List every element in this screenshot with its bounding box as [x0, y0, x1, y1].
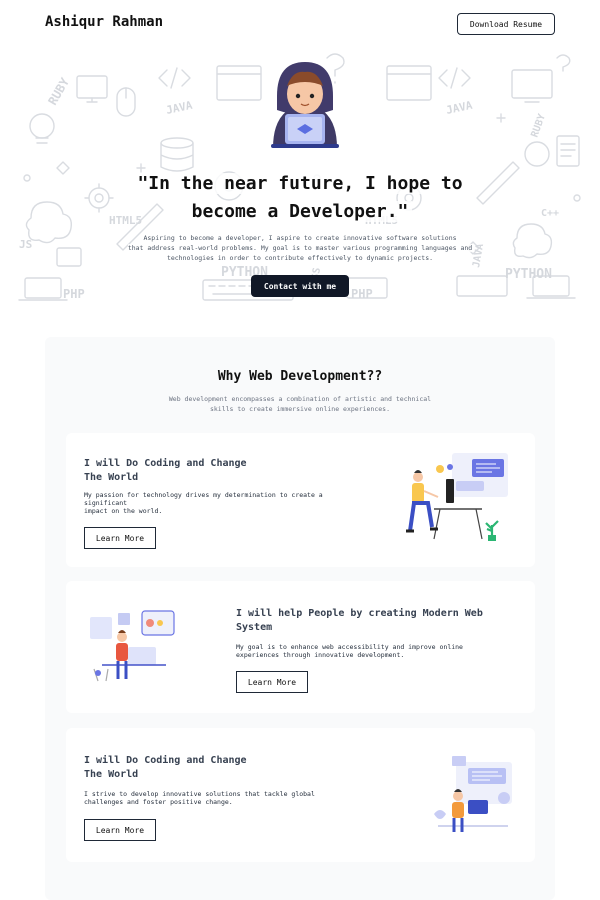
hero-desc-line1: Aspiring to become a developer, I aspire…	[143, 234, 457, 242]
card-title-line2: System	[236, 622, 273, 633]
card-title: I will help People by creating Modern We…	[236, 607, 526, 635]
contact-button[interactable]: Contact with me	[251, 275, 349, 297]
card-title-line1: I will Do Coding and Change	[84, 458, 247, 469]
hero-desc-line3: technologies in order to contribute effe…	[166, 254, 434, 262]
section-desc-line1: Web development encompasses a combinatio…	[168, 395, 432, 403]
web-system-illustration	[90, 610, 175, 682]
card-text-line2: challenges and foster positive change.	[84, 798, 233, 806]
brand-name[interactable]: Ashiqur Rahman	[45, 14, 163, 30]
learn-more-button[interactable]: Learn More	[236, 671, 308, 693]
hero-description: Aspiring to become a developer, I aspire…	[112, 233, 488, 263]
card-text-line3: impact on the world.	[84, 507, 163, 515]
feature-card-3: I will Do Coding and Change The World I …	[66, 728, 535, 862]
doodle-word: JAVA	[165, 99, 194, 117]
doodle-word: RUBY	[45, 75, 72, 108]
learn-more-button[interactable]: Learn More	[84, 527, 156, 549]
card-text-line2: significant	[84, 499, 128, 507]
card-title-line2: The World	[84, 769, 139, 780]
feature-card-1: I will Do Coding and Change The World My…	[66, 433, 535, 567]
section-title: Why Web Development??	[217, 369, 383, 384]
download-resume-button[interactable]: Download Resume	[457, 13, 555, 35]
developer-avatar	[271, 62, 339, 148]
developer-desk-illustration	[406, 453, 508, 541]
card-text: I strive to develop innovative solutions…	[84, 790, 364, 806]
section-description: Web development encompasses a combinatio…	[150, 394, 450, 414]
hero-quote-line2: become a Developer."	[187, 201, 413, 222]
why-section: Why Web Development?? Web development en…	[45, 337, 555, 900]
card-title: I will Do Coding and Change The World	[84, 754, 284, 782]
card-text-line1: I strive to develop innovative solutions…	[84, 790, 315, 798]
feature-card-2: I will help People by creating Modern We…	[66, 581, 535, 713]
doodle-word: JS	[19, 238, 32, 251]
hero-desc-line2: that address real-world problems. My goa…	[127, 244, 473, 252]
doodle-word: PHP	[351, 287, 373, 301]
card-text-line1: My goal is to enhance web accessibility …	[236, 643, 463, 651]
card-title-line1: I will help People by creating Modern We…	[236, 608, 483, 619]
card-text-line2: experiences through innovative developme…	[236, 651, 405, 659]
hero-quote: "In the near future, I hope to become a …	[17, 170, 583, 226]
section-desc-line2: skills to create immersive online experi…	[209, 405, 390, 413]
hero-quote-line1: "In the near future, I hope to	[133, 173, 467, 194]
learn-more-button[interactable]: Learn More	[84, 819, 156, 841]
doodle-word: PYTHON	[505, 267, 552, 282]
card-title-line2: The World	[84, 472, 139, 483]
card-title: I will Do Coding and Change The World	[84, 457, 284, 485]
doodle-word: JAVA	[445, 99, 474, 117]
card-text: My goal is to enhance web accessibility …	[236, 643, 516, 659]
card-text: My passion for technology drives my dete…	[84, 491, 364, 515]
card-text-line1: My passion for technology drives my dete…	[84, 491, 323, 499]
card-title-line1: I will Do Coding and Change	[84, 755, 247, 766]
hero-section: RUBY JAVA JAVA HTML5 HTML5 C++ JS PYTHON…	[17, 48, 583, 306]
site-header: Ashiqur Rahman Download Resume	[0, 0, 600, 48]
coding-illustration	[434, 756, 512, 832]
doodle-word: PHP	[63, 287, 85, 301]
doodle-word: RUBY	[529, 113, 548, 139]
